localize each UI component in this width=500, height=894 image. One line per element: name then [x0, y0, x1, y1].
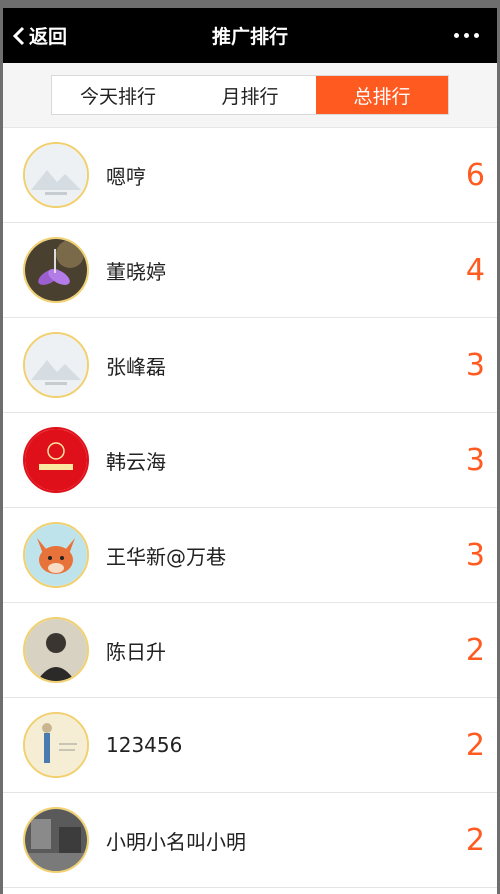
user-name: 韩云海 — [106, 449, 166, 474]
avatar — [23, 617, 89, 683]
fox-cartoon-icon — [25, 524, 87, 586]
figure-cartoon-icon — [25, 714, 87, 776]
tab-total[interactable]: 总排行 — [316, 76, 448, 114]
red-logo-icon — [25, 429, 87, 491]
man-photo-icon — [25, 619, 87, 681]
back-button[interactable]: 返回 — [3, 8, 67, 63]
avatar — [23, 332, 89, 398]
user-name: 董晓婷 — [106, 259, 166, 284]
score: 6 — [465, 157, 485, 193]
more-button[interactable] — [454, 8, 497, 63]
score: 3 — [465, 442, 485, 478]
list-item[interactable]: 王华新@万巷 3 — [3, 508, 497, 603]
navbar: 返回 推广排行 — [3, 8, 497, 63]
street-photo-icon — [25, 809, 87, 871]
avatar — [23, 142, 89, 208]
app-frame: 返回 推广排行 今天排行 月排行 总排行 嗯哼 6 董晓婷 4 张峰磊 3 韩云… — [3, 8, 497, 894]
user-name: 123456 — [106, 733, 183, 757]
ellipsis-icon — [474, 33, 479, 38]
image-placeholder-icon — [25, 334, 87, 396]
avatar — [23, 807, 89, 873]
image-placeholder-icon — [25, 144, 87, 206]
list-item[interactable]: 张峰磊 3 — [3, 318, 497, 413]
ellipsis-icon — [464, 33, 469, 38]
list-item[interactable]: 陈日升 2 — [3, 603, 497, 698]
list-item[interactable]: 小明小名叫小明 2 — [3, 793, 497, 888]
page-title: 推广排行 — [211, 26, 288, 48]
score: 2 — [465, 632, 485, 668]
list-item[interactable]: 韩云海 3 — [3, 413, 497, 508]
list-item[interactable]: 嗯哼 6 — [3, 128, 497, 223]
avatar — [23, 712, 89, 778]
list-item[interactable]: 123456 2 — [3, 698, 497, 793]
ellipsis-icon — [454, 33, 459, 38]
tab-bar-container: 今天排行 月排行 总排行 — [3, 63, 497, 128]
score: 2 — [465, 727, 485, 763]
list-item[interactable]: 董晓婷 4 — [3, 223, 497, 318]
tab-bar: 今天排行 月排行 总排行 — [51, 75, 449, 115]
user-name: 小明小名叫小明 — [106, 829, 246, 854]
user-name: 张峰磊 — [106, 354, 166, 379]
tab-month[interactable]: 月排行 — [184, 76, 316, 114]
score: 4 — [465, 252, 485, 288]
avatar — [23, 427, 89, 493]
score: 3 — [465, 537, 485, 573]
avatar — [23, 237, 89, 303]
score: 3 — [465, 347, 485, 383]
tab-today[interactable]: 今天排行 — [52, 76, 184, 114]
chevron-left-icon — [13, 26, 25, 45]
user-name: 王华新@万巷 — [106, 544, 226, 569]
user-name: 嗯哼 — [106, 164, 146, 189]
avatar — [23, 522, 89, 588]
flower-photo-icon — [25, 239, 87, 301]
ranking-list: 嗯哼 6 董晓婷 4 张峰磊 3 韩云海 3 王华新@万巷 3 陈日升 2 12… — [3, 128, 497, 888]
score: 2 — [465, 822, 485, 858]
user-name: 陈日升 — [106, 639, 166, 664]
back-label: 返回 — [29, 26, 68, 48]
